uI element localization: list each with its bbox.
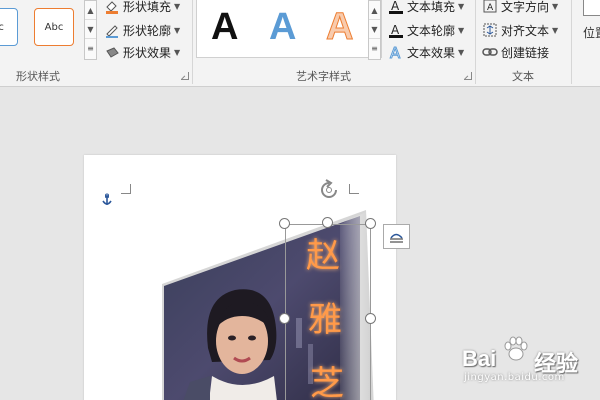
pencil-icon — [104, 22, 120, 38]
position-label: 位置 — [583, 26, 600, 40]
align-text-icon — [482, 22, 498, 38]
chevron-down-icon: ▼ — [458, 47, 465, 57]
anchor-icon[interactable] — [100, 193, 114, 210]
create-link-label: 创建链接 — [501, 45, 550, 60]
text-outline-icon: A — [388, 22, 404, 38]
text-direction-label: 文字方向 — [501, 0, 550, 14]
gallery-more-icon[interactable]: ≡ — [85, 39, 96, 58]
text-group-label: 文本 — [512, 70, 534, 83]
wordart-char-1: 赵 — [306, 236, 340, 276]
text-outline-label: 文本轮廓 — [407, 23, 456, 38]
chevron-down-icon: ▼ — [458, 25, 465, 35]
gallery-down-icon[interactable]: ▼ — [85, 20, 96, 39]
svg-text:A: A — [487, 3, 494, 13]
group-divider — [475, 0, 476, 84]
wordart-style-gallery[interactable]: A A A — [196, 0, 382, 58]
chevron-down-icon: ▼ — [552, 1, 559, 11]
shape-fill-button[interactable]: 形状填充 ▼ — [104, 0, 180, 16]
chevron-down-icon: ▼ — [458, 1, 465, 11]
baidu-jingyan-watermark: Bai 经验 jingyan.baidu.com — [462, 336, 594, 386]
chevron-down-icon: ▼ — [174, 1, 181, 11]
shape-outline-button[interactable]: 形状轮廓 ▼ — [104, 20, 180, 40]
text-fill-label: 文本填充 — [407, 0, 456, 14]
text-effects-icon: A — [388, 44, 404, 63]
gallery-up-icon[interactable]: ▲ — [85, 1, 96, 20]
paw-logo-icon — [504, 336, 528, 361]
layout-options-icon — [390, 233, 403, 243]
shape-style-thumb-1[interactable]: bc — [0, 8, 18, 46]
shape-styles-dialog-launcher-icon[interactable] — [181, 72, 189, 80]
layout-options-button[interactable] — [383, 224, 410, 249]
wordart-char-3: 芝 — [310, 364, 344, 400]
rotate-icon[interactable] — [317, 178, 341, 205]
group-divider — [571, 0, 572, 84]
align-text-button[interactable]: 对齐文本 ▼ — [482, 20, 558, 40]
shape-style-thumb-2-text: Abc — [44, 21, 64, 33]
shape-effects-icon — [104, 44, 120, 60]
resize-handle-top-left[interactable] — [279, 218, 290, 229]
margin-corner-top-left — [121, 184, 131, 194]
shape-styles-group-label: 形状样式 — [16, 70, 60, 83]
wordart-styles-group-label: 艺术字样式 — [296, 70, 351, 83]
svg-text:A: A — [391, 23, 400, 37]
margin-corner-top-right — [349, 184, 359, 194]
text-direction-icon: A — [482, 0, 498, 14]
text-direction-button[interactable]: A 文字方向 ▼ — [482, 0, 558, 16]
shape-style-thumb-1-text: bc — [0, 21, 4, 33]
group-divider — [192, 0, 193, 84]
ribbon: bc Abc ▲ ▼ ≡ 形状填充▼ 形状轮廓▼ 形状效果▼ 形状样式 A A … — [0, 0, 600, 87]
resize-handle-top-right[interactable] — [365, 218, 376, 229]
position-button[interactable]: 位置 — [579, 0, 600, 46]
wordart-sample-blue[interactable]: A — [269, 6, 296, 49]
shape-effects-label: 形状效果 — [123, 45, 172, 60]
shape-style-thumb-2[interactable]: Abc — [34, 8, 74, 46]
watermark-brand-left: Bai — [462, 346, 497, 371]
chevron-down-icon: ▼ — [552, 25, 559, 35]
text-outline-button[interactable]: A 文本轮廓 ▼ — [388, 20, 464, 40]
watermark-url: jingyan.baidu.com — [464, 372, 565, 383]
shape-effects-button[interactable]: 形状效果 ▼ — [104, 42, 180, 62]
link-icon — [482, 44, 498, 60]
gallery-down-icon[interactable]: ▼ — [369, 20, 380, 39]
wordart-gallery-scroll[interactable]: ▲ ▼ ≡ — [368, 0, 381, 60]
resize-handle-top[interactable] — [322, 217, 333, 228]
align-text-label: 对齐文本 — [501, 23, 550, 38]
wordart-dialog-launcher-icon[interactable] — [464, 72, 472, 80]
shape-style-gallery-scroll[interactable]: ▲ ▼ ≡ — [84, 0, 97, 60]
gallery-up-icon[interactable]: ▲ — [369, 1, 380, 20]
text-effects-label: 文本效果 — [407, 45, 456, 60]
paint-bucket-icon — [104, 0, 120, 14]
wordart-sample-orange[interactable]: A — [325, 6, 353, 49]
chevron-down-icon: ▼ — [174, 25, 181, 35]
position-icon — [583, 0, 600, 16]
create-link-button[interactable]: 创建链接 — [482, 42, 549, 62]
resize-handle-left[interactable] — [279, 313, 290, 324]
wordart-char-2: 雅 — [308, 300, 342, 340]
resize-handle-right[interactable] — [365, 313, 376, 324]
shape-fill-label: 形状填充 — [123, 0, 172, 14]
text-fill-icon: A — [388, 0, 404, 14]
wordart-sample-black[interactable]: A — [211, 6, 238, 49]
text-effects-button[interactable]: A 文本效果 ▼ — [388, 42, 465, 63]
svg-text:A: A — [390, 44, 401, 60]
shape-outline-label: 形状轮廓 — [123, 23, 172, 38]
gallery-more-icon[interactable]: ≡ — [369, 39, 380, 58]
text-fill-button[interactable]: A 文本填充 ▼ — [388, 0, 464, 16]
chevron-down-icon: ▼ — [174, 47, 181, 57]
